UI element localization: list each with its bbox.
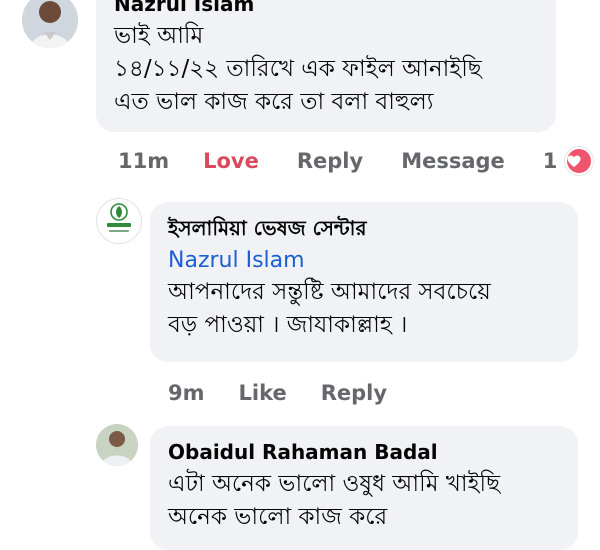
heart-icon <box>564 147 593 175</box>
comment-actions: 11m Love Reply Message 1 <box>118 146 593 176</box>
person-avatar-icon <box>22 0 78 48</box>
comment-text-line: এটা অনেক ভালো ওষুধ আমি খাইছি <box>168 471 501 497</box>
comment-text-line: ভাই আমি <box>114 23 204 49</box>
comment-actions: 9m Like Reply <box>168 378 468 408</box>
avatar[interactable] <box>22 0 78 48</box>
comment-bubble: Nazrul Islam ভাই আমি ১৪/১১/২২ তারিখে এক … <box>96 0 556 132</box>
comment-bubble: ইসলামিয়া ভেষজ সেন্টার Nazrul Islam আপনা… <box>150 202 578 362</box>
reply-link[interactable]: Reply <box>321 381 387 405</box>
leaf-logo-icon <box>107 203 131 232</box>
comment-thread: Nazrul Islam ভাই আমি ১৪/১১/২২ তারিখে এক … <box>0 0 600 550</box>
comment-text-line: ১৪/১১/২২ তারিখে এক ফাইল আনাইছি <box>114 56 482 82</box>
comment-text-line: বড় পাওয়া । জাযাকাল্লাহ । <box>168 312 408 338</box>
reply-link[interactable]: Reply <box>297 149 363 173</box>
comment-text-line: অনেক ভালো কাজ করে <box>168 504 388 530</box>
mention-tag[interactable]: Nazrul Islam <box>168 246 562 276</box>
reaction-count: 1 <box>542 149 558 173</box>
comment-text-line: আপনাদের সন্তুষ্টি আমাদের সবচেয়ে <box>168 279 491 305</box>
comment-author[interactable]: Obaidul Rahaman Badal <box>168 440 562 464</box>
comment-timestamp: 11m <box>118 149 170 173</box>
avatar[interactable] <box>96 424 138 466</box>
comment-bubble: Obaidul Rahaman Badal এটা অনেক ভালো ওষুধ… <box>150 426 578 550</box>
reaction-summary[interactable]: 1 <box>543 147 593 175</box>
comment-author[interactable]: Nazrul Islam <box>114 0 540 16</box>
message-link[interactable]: Message <box>401 149 505 173</box>
comment-text-line: এত ভাল কাজ করে তা বলা বাহুল্য <box>114 89 434 115</box>
page-avatar[interactable] <box>96 198 142 244</box>
comment-timestamp: 9m <box>168 381 205 405</box>
like-link[interactable]: Like <box>239 381 287 405</box>
comment-author[interactable]: ইসলামিয়া ভেষজ সেন্টার <box>168 216 562 240</box>
love-reaction-link[interactable]: Love <box>203 149 259 173</box>
person-avatar-icon <box>96 424 138 466</box>
